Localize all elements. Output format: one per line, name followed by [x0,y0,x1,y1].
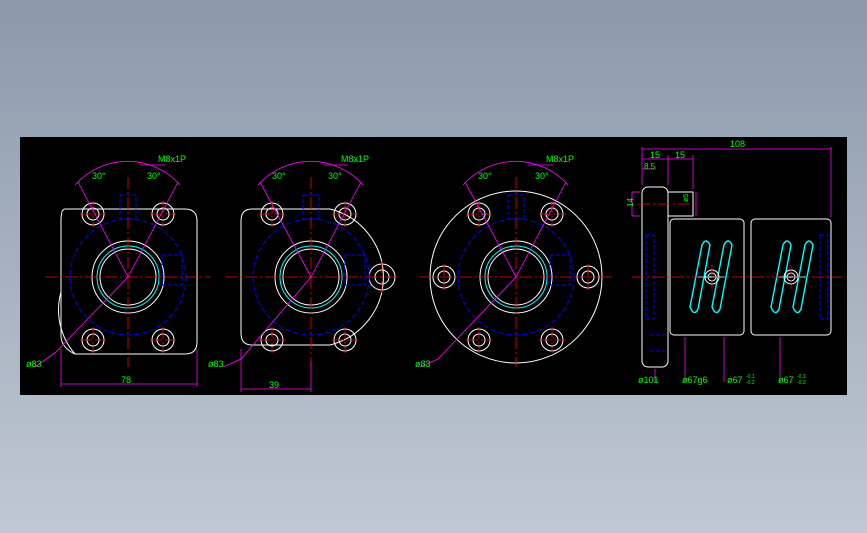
thread-note: M8x1P [158,154,186,164]
height-dimension: 14 [626,198,635,207]
thread-note: M8x1P [341,154,369,164]
view-flange-two-flats: 30° 30° M8x1P ø83 78 [26,154,210,387]
thread-note: M8x1P [546,154,574,164]
view-side-section: 108 15 15 8.5 14 ø5 ø101 ø67g6 ø67 -0.1 … [626,139,842,386]
flange-width-dimension: 15 [650,150,660,160]
nut-diameter-label-2: ø67 [778,375,794,385]
angle-left: 30° [272,171,286,181]
angle-left: 30° [478,171,492,181]
small-diameter-label: ø5 [683,194,690,202]
angle-right: 30° [328,171,342,181]
view-flange-one-flat: 30° 30° M8x1P ø83 39 [208,154,398,392]
angle-left: 30° [92,171,106,181]
width-dimension: 78 [121,375,131,385]
tolerance-lower-1: -0.2 [746,380,755,386]
offset-dimension: 8.5 [644,162,656,171]
spigot-width-dimension: 15 [675,150,685,160]
angle-right: 30° [535,171,549,181]
width-dimension: 39 [269,380,279,390]
diameter-label: ø83 [208,359,224,369]
diameter-label: ø83 [26,359,42,369]
view-flange-round: 30° 30° M8x1P ø83 [415,154,612,369]
nut-diameter-label-1: ø67 [727,375,743,385]
diameter-label: ø83 [415,359,431,369]
cad-drawing-area: 30° 30° M8x1P ø83 78 30° 30° M8x1P ø83 3… [20,137,847,395]
angle-right: 30° [147,171,161,181]
overall-length-dimension: 108 [730,139,745,149]
flange-diameter-label: ø101 [638,375,659,385]
tolerance-lower-2: -0.2 [797,380,806,386]
fit-diameter-label: ø67g6 [682,375,708,385]
